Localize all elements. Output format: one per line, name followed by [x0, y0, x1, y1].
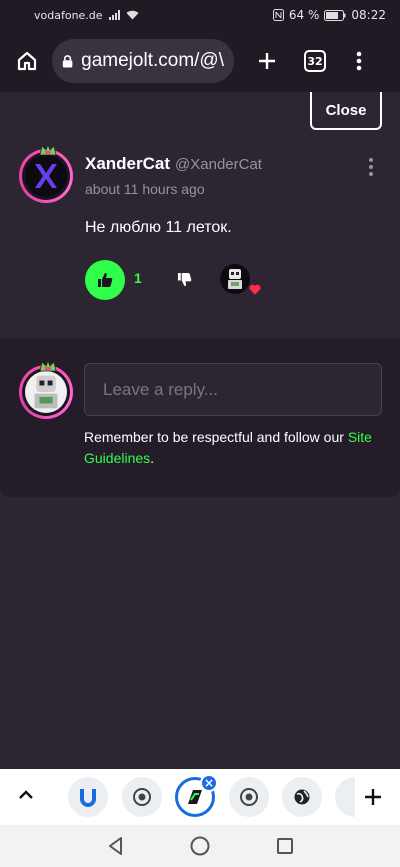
recents-icon[interactable] — [274, 835, 296, 857]
tab-gamejolt-active[interactable]: × — [175, 774, 218, 817]
clock: 08:22 — [351, 8, 386, 22]
comment-timestamp[interactable]: about 11 hours ago — [85, 181, 205, 197]
tab-switcher-button[interactable]: 32 — [298, 44, 332, 78]
robot-avatar-icon — [228, 269, 242, 289]
lock-icon — [62, 54, 73, 67]
status-bar: vodafone.de 64 % 08:22 — [0, 0, 400, 30]
current-user-avatar[interactable] — [19, 360, 73, 419]
x-logo-icon — [35, 164, 57, 188]
browser-toolbar: gamejolt.com/@\ 32 — [0, 30, 400, 92]
like-count: 1 — [134, 270, 142, 286]
thumbs-down-icon — [177, 272, 191, 286]
crown-badge-icon — [39, 144, 57, 156]
home-icon — [17, 51, 37, 71]
author-avatar-image — [25, 155, 67, 197]
battery-icon — [324, 9, 346, 21]
dislike-button[interactable] — [175, 270, 193, 288]
url-text: gamejolt.com/@\ — [81, 50, 224, 71]
browser-menu-button[interactable] — [342, 44, 376, 78]
reply-placeholder: Leave a reply... — [103, 379, 218, 399]
comment-menu-button[interactable] — [366, 158, 376, 176]
nfc-icon — [272, 9, 284, 21]
close-tab-icon[interactable]: × — [200, 774, 218, 792]
new-tab-button[interactable] — [250, 44, 284, 78]
chrome-icon — [133, 788, 151, 806]
tab-u[interactable] — [68, 777, 108, 817]
current-user-avatar-image — [25, 371, 67, 413]
tab-strip: × — [0, 769, 400, 825]
chevron-up-icon[interactable] — [18, 789, 34, 801]
crown-badge-icon — [39, 360, 57, 372]
like-button[interactable] — [85, 260, 125, 300]
comment-text: Не люблю 11 леток. — [85, 219, 232, 236]
tab-chrome-2[interactable] — [229, 777, 269, 817]
carrier-name: vodafone.de — [34, 8, 103, 22]
reply-input[interactable]: Leave a reply... — [84, 363, 382, 416]
tab-partial[interactable] — [335, 777, 355, 817]
reply-note-end: . — [150, 450, 155, 466]
tab-count: 32 — [304, 50, 326, 72]
back-icon[interactable] — [105, 835, 127, 857]
system-nav-bar — [0, 825, 400, 867]
globe-icon — [294, 789, 310, 805]
plus-icon[interactable] — [363, 787, 383, 807]
robot-avatar-icon — [34, 375, 58, 409]
home-button[interactable] — [10, 44, 44, 78]
comment-author: XanderCat @XanderCat — [85, 154, 262, 174]
wifi-icon — [126, 10, 139, 20]
u-app-icon — [80, 789, 96, 807]
author-avatar[interactable] — [19, 144, 73, 203]
close-button[interactable]: Close — [310, 92, 382, 130]
tab-globe[interactable] — [282, 777, 322, 817]
heart-icon — [249, 284, 261, 295]
liker-avatar[interactable] — [220, 264, 250, 294]
author-name[interactable]: XanderCat — [85, 154, 170, 174]
home-nav-icon[interactable] — [189, 835, 211, 857]
reply-panel: Leave a reply... Remember to be respectf… — [0, 339, 400, 497]
plus-icon — [259, 53, 275, 69]
tab-chrome-1[interactable] — [122, 777, 162, 817]
battery-percent: 64 % — [288, 8, 320, 22]
address-bar[interactable]: gamejolt.com/@\ — [52, 39, 234, 83]
signal-icon — [108, 10, 120, 20]
chrome-icon — [240, 788, 258, 806]
kebab-menu-icon — [356, 51, 362, 71]
gamejolt-icon — [188, 790, 202, 804]
author-handle[interactable]: @XanderCat — [175, 156, 262, 173]
reply-note-text: Remember to be respectful and follow our — [84, 429, 344, 445]
reply-guidelines-note: Remember to be respectful and follow our… — [84, 427, 384, 469]
thumbs-up-icon — [98, 273, 113, 287]
